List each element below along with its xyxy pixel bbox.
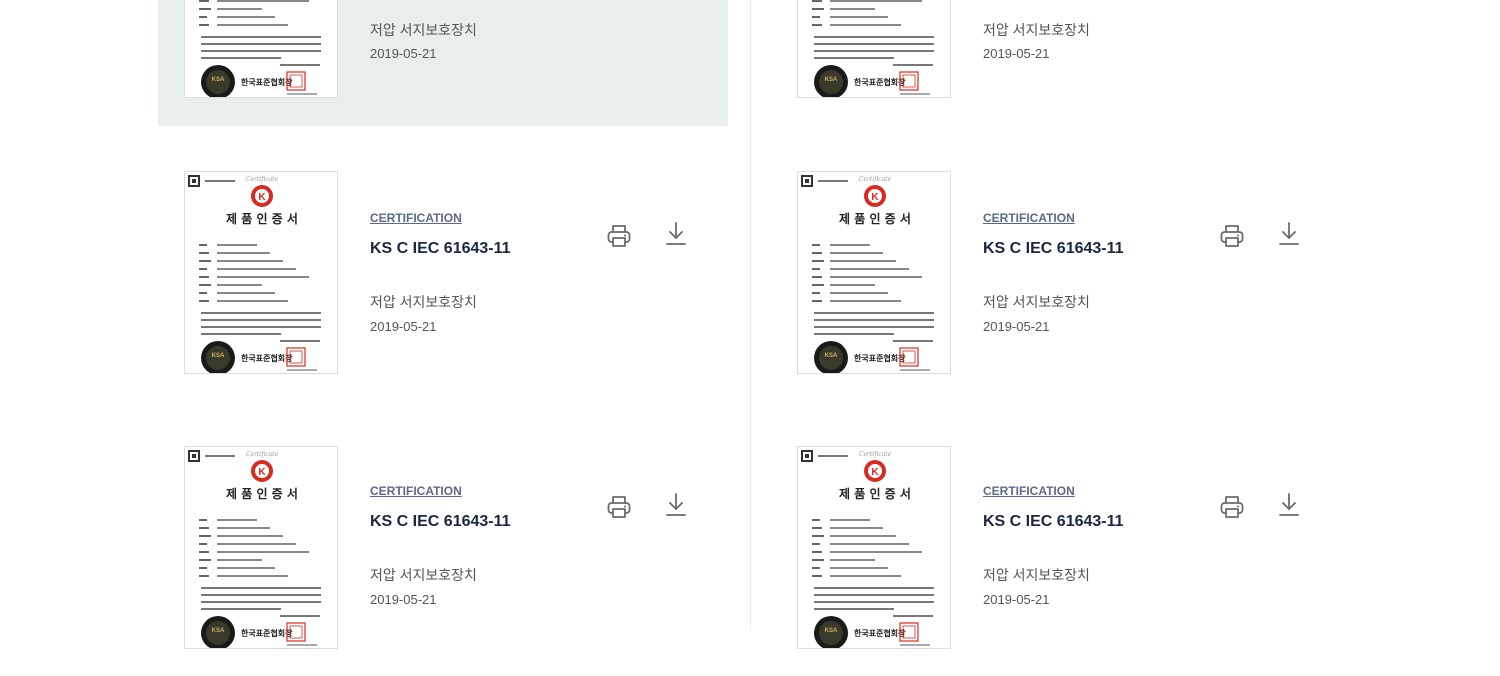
download-icon (664, 492, 688, 523)
download-button[interactable] (661, 221, 691, 251)
svg-text:K: K (258, 467, 266, 478)
certificate-thumbnail[interactable]: Certificate K 제 품 인 증 서 KSA 한국표준협회장 (184, 0, 338, 98)
download-icon (1277, 492, 1301, 523)
svg-text:제 품 인 증 서: 제 품 인 증 서 (839, 211, 911, 226)
print-button[interactable] (604, 223, 634, 253)
certificate-thumbnail[interactable]: Certificate K 제 품 인 증 서 KSA 한국표준협회장 (797, 171, 951, 374)
certificate-thumbnail[interactable]: Certificate K 제 품 인 증 서 KSA 한국표준협회장 (184, 446, 338, 649)
svg-text:KSA: KSA (825, 628, 838, 634)
certificate-card[interactable]: Certificate K 제 품 인 증 서 KSA 한국표준협회장 CERT… (771, 171, 1341, 401)
print-button[interactable] (604, 494, 634, 524)
svg-text:한국표준협회장: 한국표준협회장 (854, 77, 906, 87)
printer-icon (606, 494, 632, 525)
svg-text:한국표준협회장: 한국표준협회장 (241, 353, 293, 363)
svg-text:제 품 인 증 서: 제 품 인 증 서 (226, 486, 298, 501)
certificate-date: 2019-05-21 (370, 592, 437, 607)
printer-icon (1219, 494, 1245, 525)
svg-text:Certificate: Certificate (859, 451, 892, 458)
column-divider (750, 0, 751, 630)
certificate-description: 저압 서지보호장치 (370, 22, 477, 38)
certificate-category[interactable]: CERTIFICATION (983, 484, 1075, 498)
print-button[interactable] (1217, 494, 1247, 524)
certificate-title: KS C IEC 61643-11 (370, 513, 511, 530)
svg-text:Certificate: Certificate (246, 451, 279, 458)
download-icon (1277, 221, 1301, 252)
svg-text:K: K (258, 192, 266, 203)
certificate-thumbnail[interactable]: Certificate K 제 품 인 증 서 KSA 한국표준협회장 (797, 0, 951, 98)
certificate-thumbnail[interactable]: Certificate K 제 품 인 증 서 KSA 한국표준협회장 (797, 446, 951, 649)
svg-text:KSA: KSA (825, 353, 838, 359)
svg-text:KSA: KSA (212, 77, 225, 83)
certificate-title: KS C IEC 61643-11 (370, 240, 511, 257)
certificate-date: 2019-05-21 (983, 319, 1050, 334)
svg-text:제 품 인 증 서: 제 품 인 증 서 (226, 211, 298, 226)
certificate-date: 2019-05-21 (983, 592, 1050, 607)
certificate-category[interactable]: CERTIFICATION (983, 211, 1075, 225)
svg-text:제 품 인 증 서: 제 품 인 증 서 (839, 486, 911, 501)
certificate-description: 저압 서지보호장치 (370, 294, 477, 310)
print-button[interactable] (1217, 223, 1247, 253)
svg-text:KSA: KSA (825, 77, 838, 83)
certificate-card[interactable]: Certificate K 제 품 인 증 서 KSA 한국표준협회장 CERT… (158, 171, 728, 401)
certificate-title: KS C IEC 61643-11 (983, 240, 1124, 257)
certificate-description: 저압 서지보호장치 (983, 22, 1090, 38)
certificate-card[interactable]: Certificate K 제 품 인 증 서 KSA 한국표준협회장 저압 서… (771, 0, 1341, 126)
certificate-description: 저압 서지보호장치 (370, 567, 477, 583)
certificate-category[interactable]: CERTIFICATION (370, 484, 462, 498)
svg-text:한국표준협회장: 한국표준협회장 (241, 77, 293, 87)
printer-icon (1219, 223, 1245, 254)
printer-icon (606, 223, 632, 254)
certificate-date: 2019-05-21 (983, 46, 1050, 61)
certificate-card[interactable]: Certificate K 제 품 인 증 서 KSA 한국표준협회장 저압 서… (158, 0, 728, 126)
certificate-card[interactable]: Certificate K 제 품 인 증 서 KSA 한국표준협회장 CERT… (771, 446, 1341, 676)
download-button[interactable] (1274, 221, 1304, 251)
certificate-category[interactable]: CERTIFICATION (370, 211, 462, 225)
certificate-date: 2019-05-21 (370, 46, 437, 61)
svg-text:K: K (871, 192, 879, 203)
svg-text:KSA: KSA (212, 353, 225, 359)
certificate-date: 2019-05-21 (370, 319, 437, 334)
certificate-title: KS C IEC 61643-11 (983, 513, 1124, 530)
svg-text:한국표준협회장: 한국표준협회장 (854, 353, 906, 363)
certificate-thumbnail[interactable]: Certificate K 제 품 인 증 서 KSA 한국표준협회장 (184, 171, 338, 374)
certificate-card[interactable]: Certificate K 제 품 인 증 서 KSA 한국표준협회장 CERT… (158, 446, 728, 676)
certificate-description: 저압 서지보호장치 (983, 567, 1090, 583)
svg-text:K: K (871, 467, 879, 478)
download-icon (664, 221, 688, 252)
certificate-description: 저압 서지보호장치 (983, 294, 1090, 310)
svg-text:KSA: KSA (212, 628, 225, 634)
svg-text:Certificate: Certificate (859, 176, 892, 183)
svg-text:Certificate: Certificate (246, 176, 279, 183)
download-button[interactable] (661, 492, 691, 522)
download-button[interactable] (1274, 492, 1304, 522)
